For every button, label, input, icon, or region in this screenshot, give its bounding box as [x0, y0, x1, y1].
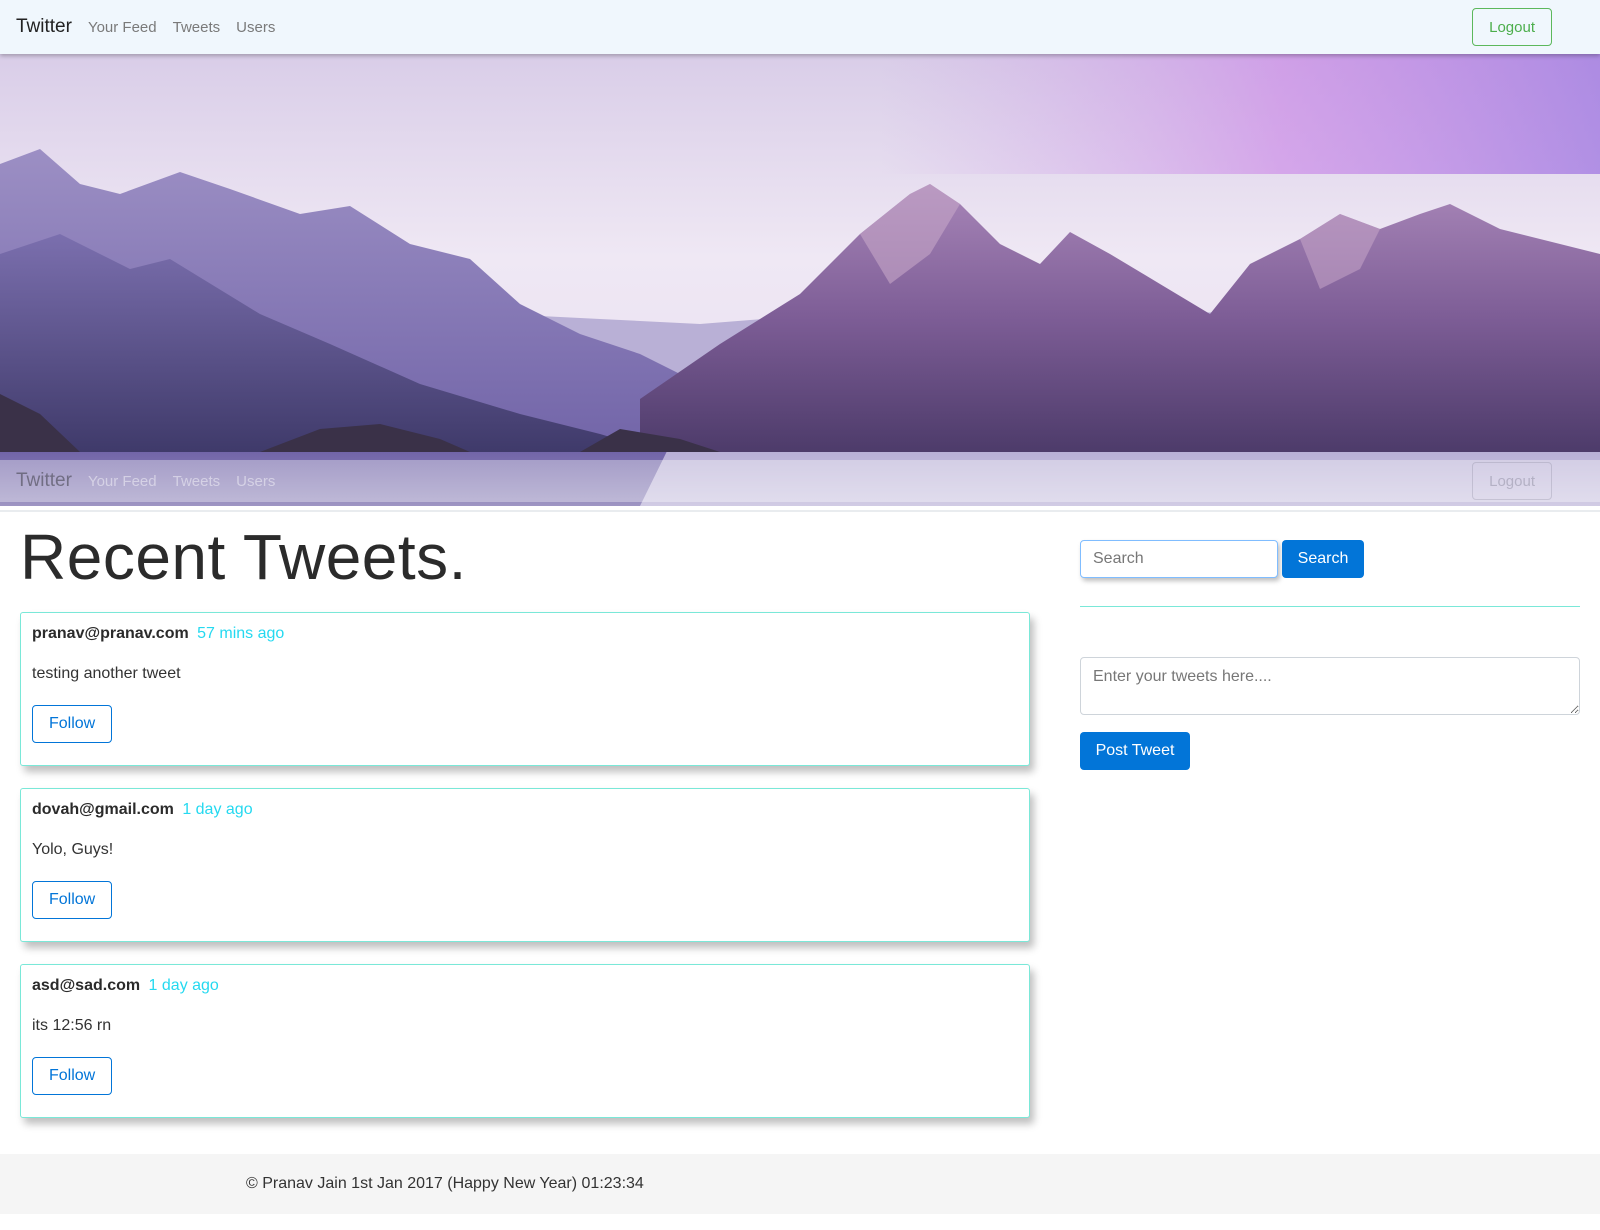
search-button[interactable]: Search — [1282, 540, 1364, 578]
follow-button[interactable]: Follow — [32, 881, 113, 919]
tweet-timestamp: 1 day ago — [182, 801, 253, 818]
search-form: Search — [1080, 540, 1580, 578]
footer-text: © Pranav Jain 1st Jan 2017 (Happy New Ye… — [246, 1175, 644, 1192]
follow-button[interactable]: Follow — [32, 1057, 113, 1095]
hero-divider — [0, 510, 1600, 512]
tweet-header: pranav@pranav.com 57 mins ago — [32, 625, 1018, 647]
ghost-nav-tweets: Tweets — [172, 472, 221, 490]
page-title: Recent Tweets. — [20, 521, 467, 593]
tweet-body: its 12:56 rn — [32, 1017, 112, 1034]
tweet-author: pranav@pranav.com — [32, 625, 189, 642]
tweet-card: pranav@pranav.com 57 mins ago testing an… — [20, 612, 1030, 766]
tweet-card: dovah@gmail.com 1 day ago Yolo, Guys! Fo… — [20, 788, 1030, 942]
nav-link-your-feed[interactable]: Your Feed — [88, 19, 157, 36]
brand-link[interactable]: Twitter — [16, 16, 72, 38]
top-navbar: Twitter Your Feed Tweets Users Logout — [0, 0, 1600, 54]
nav-link-tweets[interactable]: Tweets — [173, 19, 221, 36]
tweet-author: asd@sad.com — [32, 977, 141, 994]
tweet-header: asd@sad.com 1 day ago — [32, 977, 1018, 999]
footer: © Pranav Jain 1st Jan 2017 (Happy New Ye… — [0, 1154, 1600, 1214]
tweet-timestamp: 57 mins ago — [197, 625, 285, 642]
follow-button[interactable]: Follow — [32, 705, 113, 743]
ghost-logout-button: Logout — [1472, 462, 1552, 500]
sidebar-divider — [1080, 606, 1580, 607]
ghost-navbar-reflection: Twitter Your Feed Tweets Users Logout — [0, 460, 1600, 502]
tweet-compose-textarea[interactable] — [1080, 657, 1580, 715]
ghost-nav-users: Users — [236, 472, 276, 490]
hero-mountain-image — [0, 54, 1600, 506]
sidebar: Search Post Tweet — [1080, 540, 1580, 770]
tweet-timestamp: 1 day ago — [148, 977, 219, 994]
ghost-brand: Twitter — [16, 470, 72, 491]
nav-link-users[interactable]: Users — [236, 19, 275, 36]
tweet-card: asd@sad.com 1 day ago its 12:56 rn Follo… — [20, 964, 1030, 1118]
logout-button[interactable]: Logout — [1472, 8, 1552, 46]
tweet-body: testing another tweet — [32, 665, 181, 682]
search-input[interactable] — [1080, 540, 1278, 578]
post-tweet-button[interactable]: Post Tweet — [1080, 732, 1190, 770]
ghost-nav-your-feed: Your Feed — [87, 472, 157, 490]
tweet-author: dovah@gmail.com — [32, 801, 174, 818]
tweets-column: Recent Tweets. pranav@pranav.com 57 mins… — [20, 520, 1030, 1140]
tweet-header: dovah@gmail.com 1 day ago — [32, 801, 1018, 823]
tweet-body: Yolo, Guys! — [32, 841, 114, 858]
mountain-landscape-illustration — [0, 54, 1600, 506]
